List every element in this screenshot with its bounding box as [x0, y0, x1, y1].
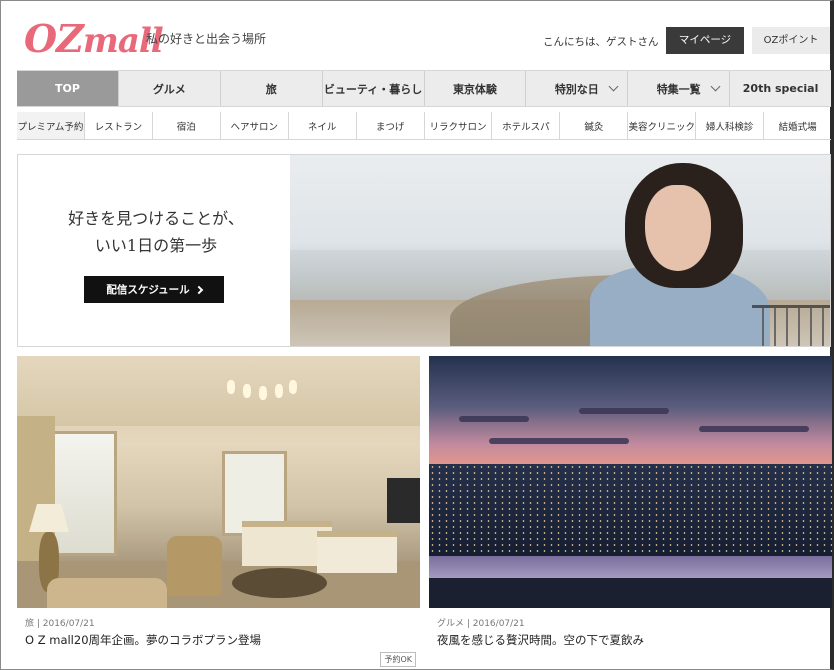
article-card-gourmet[interactable]: グルメ | 2016/07/21 夜風を感じる贅沢時間。空の下で夏飲み — [429, 356, 832, 668]
subnav-item-premium[interactable]: プレミアム予約 — [17, 112, 85, 139]
hero-photo — [290, 155, 830, 346]
site-header: OZmall 私の好きと出会う場所 こんにちは、ゲストさん マイページ OZポイ… — [1, 1, 831, 69]
hero-copy-line-2: いい1日の第一歩 — [94, 236, 218, 255]
subnav-item-beauty-clinic[interactable]: 美容クリニック — [628, 112, 697, 139]
night-city-image — [429, 356, 832, 608]
chevron-right-icon — [194, 285, 203, 294]
nav-tab-label: 特別な日 — [554, 82, 599, 96]
chevron-down-icon — [608, 81, 619, 92]
nav-tab-tokyo-experience[interactable]: 東京体験 — [425, 71, 527, 106]
subnav-item-relax-salon[interactable]: リラクサロン — [425, 112, 493, 139]
subnav-item-hair-salon[interactable]: ヘアサロン — [221, 112, 289, 139]
room-table — [232, 568, 327, 598]
hero-copy-line-1: 好きを見つけることが、 — [68, 209, 244, 228]
reservation-badge: 予約OK — [380, 652, 416, 667]
hero-railing — [752, 305, 830, 346]
room-tv — [387, 478, 420, 523]
subnav-item-acupuncture[interactable]: 鍼灸 — [560, 112, 629, 139]
oz-point-button[interactable]: OZポイント — [752, 27, 830, 54]
sky-cloud — [459, 416, 529, 422]
nav-tab-beauty[interactable]: ビューティ・暮らし — [323, 71, 425, 106]
hotel-room-image — [17, 356, 420, 608]
chevron-down-icon — [710, 81, 721, 92]
room-bed — [317, 531, 397, 573]
nav-tab-label: 20th special — [742, 82, 819, 95]
nav-tab-label: 旅 — [265, 82, 277, 96]
nav-tab-travel[interactable]: 旅 — [221, 71, 323, 106]
nav-tab-label: ビューティ・暮らし — [323, 82, 423, 96]
subnav-item-hotel-spa[interactable]: ホテルスパ — [492, 112, 561, 139]
logo-mark: OZ — [24, 16, 84, 61]
card-meta: グルメ | 2016/07/21 — [437, 619, 525, 629]
sky-cloud — [489, 438, 629, 444]
hero-copy: 好きを見つけることが、 いい1日の第一歩 — [56, 205, 256, 259]
river-bank — [429, 578, 832, 608]
guest-greeting: こんにちは、ゲストさん — [543, 36, 659, 48]
room-ceiling — [17, 356, 420, 426]
site-logo[interactable]: OZmall — [24, 16, 164, 62]
subnav-item-nail[interactable]: ネイル — [289, 112, 357, 139]
mypage-button[interactable]: マイページ — [666, 27, 744, 54]
nav-tab-features[interactable]: 特集一覧 — [628, 71, 731, 106]
room-chair — [167, 536, 222, 596]
primary-nav: TOP グルメ 旅 ビューティ・暮らし 東京体験 特別な日 特集一覧 20th … — [17, 70, 831, 107]
river — [429, 556, 832, 578]
card-meta: 旅 | 2016/07/21 — [25, 619, 95, 629]
subnav-item-eyelash[interactable]: まつげ — [357, 112, 425, 139]
hero-banner[interactable]: 好きを見つけることが、 いい1日の第一歩 配信スケジュール — [17, 154, 831, 347]
page-frame: OZmall 私の好きと出会う場所 こんにちは、ゲストさん マイページ OZポイ… — [0, 0, 834, 670]
schedule-button[interactable]: 配信スケジュール — [84, 276, 224, 303]
room-sofa — [47, 578, 167, 608]
article-card-travel[interactable]: 旅 | 2016/07/21 O Z mall20周年企画。夢のコラボプラン登場… — [17, 356, 420, 668]
nav-tab-label: グルメ — [152, 82, 186, 96]
secondary-nav: プレミアム予約 レストラン 宿泊 ヘアサロン ネイル まつげ リラクサロン ホテ… — [17, 112, 831, 140]
sky-cloud — [579, 408, 669, 414]
card-title[interactable]: O Z mall20周年企画。夢のコラボプラン登場 — [25, 632, 261, 648]
subnav-item-restaurant[interactable]: レストラン — [85, 112, 153, 139]
subnav-item-hotel[interactable]: 宿泊 — [153, 112, 221, 139]
schedule-button-label: 配信スケジュール — [106, 284, 190, 296]
nav-tab-gourmet[interactable]: グルメ — [119, 71, 221, 106]
nav-tab-special-day[interactable]: 特別な日 — [526, 71, 629, 106]
nav-tab-label: 特集一覧 — [656, 82, 701, 96]
nav-tab-label: 東京体験 — [452, 82, 497, 96]
chandelier — [227, 362, 297, 402]
hero-model-face — [645, 185, 711, 271]
nav-tab-label: TOP — [54, 82, 80, 95]
card-title[interactable]: 夜風を感じる贅沢時間。空の下で夏飲み — [437, 632, 644, 648]
subnav-item-wedding-venue[interactable]: 結婚式場 — [764, 112, 831, 139]
sky-cloud — [699, 426, 809, 432]
subnav-item-gyn-checkup[interactable]: 婦人科検診 — [696, 112, 765, 139]
site-tagline: 私の好きと出会う場所 — [146, 32, 267, 46]
nav-tab-20th-special[interactable]: 20th special — [730, 71, 831, 106]
nav-tab-top[interactable]: TOP — [17, 71, 119, 106]
